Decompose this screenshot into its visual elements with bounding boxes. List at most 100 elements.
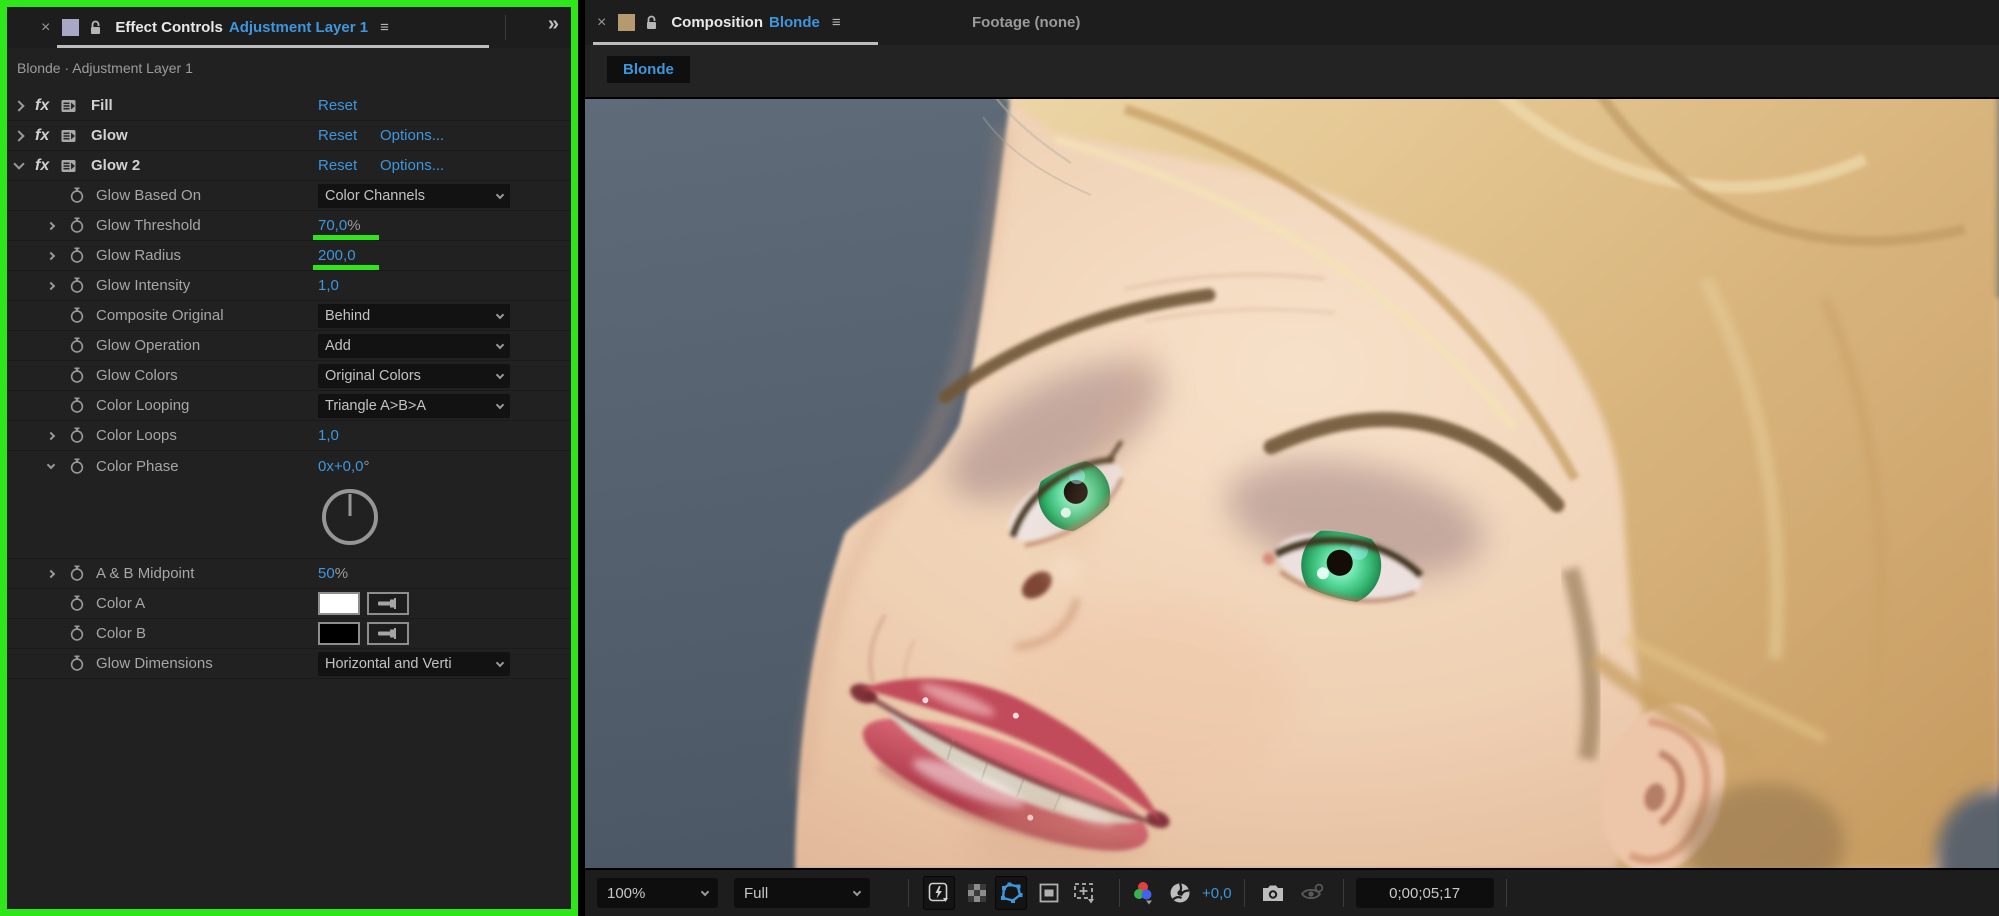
- stopwatch-icon[interactable]: [69, 241, 85, 270]
- effect-controls-tabbar: × Effect Controls Adjustment Layer 1 ≡ »: [7, 7, 571, 48]
- toolbar-divider: [1119, 879, 1120, 907]
- glow-operation-dropdown[interactable]: Add: [318, 334, 510, 358]
- fast-previews-icon[interactable]: [923, 876, 955, 910]
- options-link[interactable]: Options...: [380, 157, 444, 174]
- tab-footage[interactable]: Footage (none): [972, 0, 1080, 45]
- stopwatch-icon[interactable]: [69, 451, 85, 481]
- close-icon[interactable]: ×: [597, 14, 606, 31]
- property-label: Glow Colors: [96, 367, 178, 384]
- composition-panel: × Composition Blonde ≡ Footage (none) Bl…: [585, 0, 1999, 916]
- after-effects-window: × Effect Controls Adjustment Layer 1 ≡ »…: [0, 0, 1999, 916]
- eyedropper-icon[interactable]: [367, 622, 409, 645]
- composition-viewer[interactable]: [585, 97, 1999, 868]
- property-label: Color Looping: [96, 397, 190, 414]
- toolbar-divider: [1243, 879, 1245, 907]
- disclosure-chevron-icon[interactable]: [46, 271, 56, 300]
- disclosure-chevron-icon[interactable]: [46, 241, 56, 270]
- property-row: Glow Operation Add: [7, 331, 571, 361]
- resolution-dropdown[interactable]: Full: [734, 878, 870, 908]
- disclosure-chevron-icon[interactable]: [46, 211, 56, 240]
- stopwatch-icon[interactable]: [69, 181, 85, 210]
- disclosure-chevron-icon[interactable]: [46, 421, 56, 450]
- transparency-grid-icon[interactable]: [961, 876, 993, 910]
- tab-composition-name[interactable]: Blonde: [769, 14, 820, 31]
- disclosure-chevron-icon[interactable]: [46, 451, 56, 481]
- property-label: Color Phase: [96, 457, 179, 475]
- tab-effect-controls[interactable]: Effect Controls: [115, 19, 223, 36]
- eyedropper-icon[interactable]: [367, 592, 409, 615]
- stopwatch-icon[interactable]: [69, 619, 85, 648]
- composition-image: [585, 99, 1999, 868]
- grid-guides-icon[interactable]: [1069, 876, 1101, 910]
- tab-composition[interactable]: Composition: [671, 14, 763, 31]
- glow-colors-dropdown[interactable]: Original Colors: [318, 364, 510, 388]
- color-looping-dropdown[interactable]: Triangle A>B>A: [318, 394, 510, 418]
- exposure-value[interactable]: +0,0: [1202, 885, 1232, 902]
- stopwatch-icon[interactable]: [69, 211, 85, 240]
- stopwatch-icon[interactable]: [69, 301, 85, 330]
- options-link[interactable]: Options...: [380, 127, 444, 144]
- glow-threshold-value[interactable]: 70,0: [318, 217, 347, 234]
- toolbar-divider: [1505, 879, 1507, 907]
- layer-breadcrumb: Blonde · Adjustment Layer 1: [17, 60, 193, 76]
- stopwatch-icon[interactable]: [69, 649, 85, 678]
- snapshot-icon[interactable]: [1257, 876, 1289, 910]
- property-label: Glow Dimensions: [96, 655, 213, 672]
- exposure-reset-icon[interactable]: [1164, 876, 1196, 910]
- color-a-swatch[interactable]: [318, 592, 360, 615]
- fx-badge-icon[interactable]: fx: [35, 151, 49, 180]
- effect-name: Fill: [91, 97, 113, 114]
- disclosure-chevron-icon[interactable]: [13, 151, 25, 180]
- reset-link[interactable]: Reset: [318, 97, 357, 114]
- stopwatch-icon[interactable]: [69, 589, 85, 618]
- property-label: Glow Radius: [96, 247, 182, 264]
- midpoint-value[interactable]: 50: [318, 565, 335, 582]
- color-phase-value[interactable]: 0x+0,0: [318, 458, 363, 475]
- lock-icon[interactable]: [89, 20, 103, 36]
- lock-icon[interactable]: [645, 15, 659, 31]
- channel-color-icon[interactable]: [1128, 876, 1160, 910]
- glow-intensity-value[interactable]: 1,0: [318, 277, 339, 294]
- color-b-swatch[interactable]: [318, 622, 360, 645]
- tabbar-divider: [505, 15, 506, 40]
- glow-dimensions-dropdown[interactable]: Horizontal and Verti: [318, 652, 510, 676]
- property-label: Color Loops: [96, 427, 177, 444]
- magnification-dropdown[interactable]: 100%: [597, 878, 718, 908]
- disclosure-chevron-icon[interactable]: [13, 91, 25, 120]
- show-snapshot-icon[interactable]: [1297, 876, 1329, 910]
- effect-row-glow-2: fx Glow 2 Reset Options...: [7, 151, 571, 181]
- fx-badge-icon[interactable]: fx: [35, 121, 49, 150]
- stopwatch-icon[interactable]: [69, 271, 85, 300]
- reset-link[interactable]: Reset: [318, 127, 357, 144]
- color-loops-value[interactable]: 1,0: [318, 427, 339, 444]
- composite-original-dropdown[interactable]: Behind: [318, 304, 510, 328]
- stopwatch-icon[interactable]: [69, 559, 85, 588]
- toolbar-divider: [1342, 879, 1344, 907]
- stopwatch-icon[interactable]: [69, 361, 85, 390]
- panel-expand-chevrons[interactable]: »: [548, 13, 559, 36]
- timecode-display[interactable]: 0;00;05;17: [1355, 878, 1494, 908]
- glow-based-on-dropdown[interactable]: Color Channels: [318, 184, 510, 208]
- mask-visibility-icon[interactable]: [995, 876, 1027, 910]
- angle-dial[interactable]: [322, 489, 378, 545]
- glow-radius-value[interactable]: 200,0: [318, 247, 356, 264]
- close-icon[interactable]: ×: [41, 19, 50, 36]
- panel-menu-icon[interactable]: ≡: [832, 14, 841, 31]
- annotation-underline: [313, 265, 379, 270]
- property-row: Color Looping Triangle A>B>A: [7, 391, 571, 421]
- stopwatch-icon[interactable]: [69, 331, 85, 360]
- disclosure-chevron-icon[interactable]: [13, 121, 25, 150]
- property-row: Color Loops 1,0: [7, 421, 571, 451]
- reset-link[interactable]: Reset: [318, 157, 357, 174]
- annotation-underline: [313, 235, 379, 240]
- panel-menu-icon[interactable]: ≡: [380, 19, 389, 36]
- stopwatch-icon[interactable]: [69, 421, 85, 450]
- disclosure-chevron-icon[interactable]: [46, 559, 56, 588]
- effect-icon: [61, 91, 77, 120]
- region-of-interest-icon[interactable]: [1033, 876, 1065, 910]
- fx-badge-icon[interactable]: fx: [35, 91, 49, 120]
- stopwatch-icon[interactable]: [69, 391, 85, 420]
- comp-breadcrumb-button[interactable]: Blonde: [607, 56, 690, 83]
- tab-target-layer[interactable]: Adjustment Layer 1: [229, 19, 368, 36]
- active-tab-underline: [57, 45, 489, 48]
